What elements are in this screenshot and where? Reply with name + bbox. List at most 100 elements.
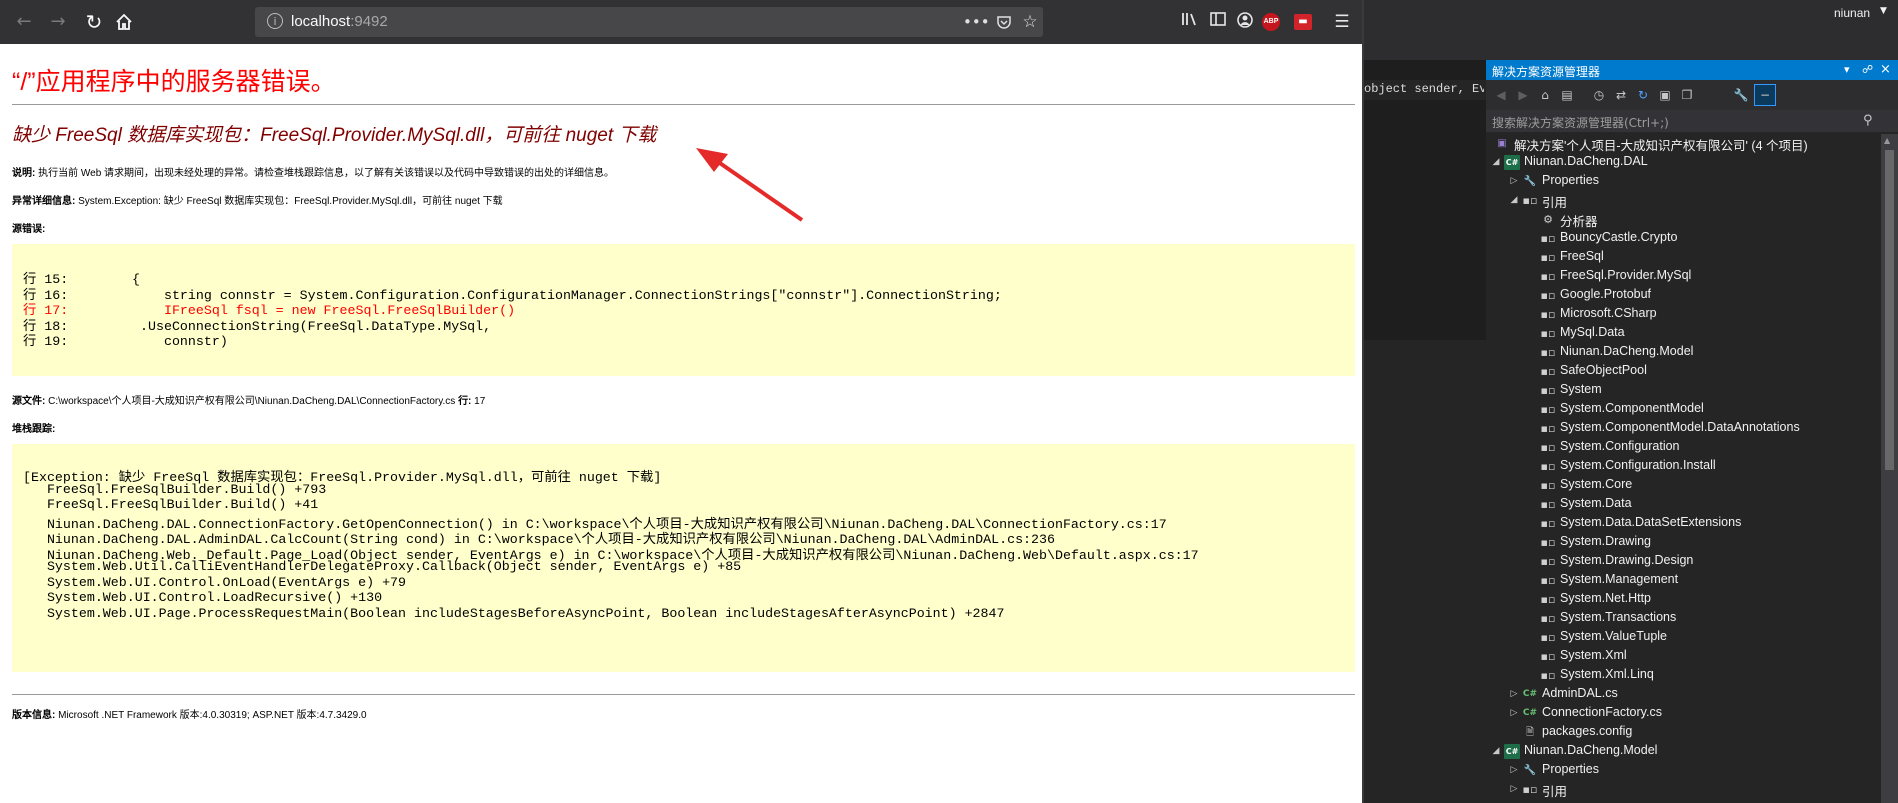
tree-item[interactable]: ▪▫ FreeSql (1486, 248, 1881, 267)
tree-item[interactable]: ▪▫ System.Management (1486, 571, 1881, 590)
tree-scrollbar[interactable]: ▲ (1881, 134, 1898, 803)
forward-button[interactable]: → (44, 8, 72, 36)
reference-icon: ▪▫ (1540, 289, 1556, 302)
tree-item-label: Google.Protobuf (1560, 287, 1652, 301)
tree-item[interactable]: ▪▫ System.Data (1486, 495, 1881, 514)
tree-item[interactable]: ▪▫ FreeSql.Provider.MySql (1486, 267, 1881, 286)
tree-item[interactable]: ▷ 🔧 Properties (1486, 172, 1881, 191)
tree-item-label: System.Management (1560, 572, 1679, 586)
tree-item[interactable]: ◢ C# Niunan.DaCheng.Model (1486, 742, 1881, 761)
source-code-box: 行 15: {行 16: string connstr = System.Con… (12, 244, 1355, 376)
collapsed-arrow-icon[interactable]: ▷ (1508, 782, 1520, 796)
collapsed-arrow-icon[interactable]: ▷ (1508, 706, 1520, 720)
hamburger-icon[interactable]: ☰ (1331, 11, 1353, 33)
expanded-arrow-icon[interactable]: ◢ (1490, 155, 1502, 169)
refresh-icon[interactable]: ↻ (1634, 86, 1652, 104)
tree-item[interactable]: ▪▫ System.Drawing (1486, 533, 1881, 552)
solution-explorer-search[interactable]: 搜索解决方案资源管理器(Ctrl+;) ⚲ (1486, 110, 1898, 132)
tree-item-label: packages.config (1542, 724, 1633, 738)
info-icon[interactable]: i (267, 13, 283, 29)
tree-item[interactable]: ▪▫ System.Drawing.Design (1486, 552, 1881, 571)
tree-item[interactable]: ▪▫ Google.Protobuf (1486, 286, 1881, 305)
tree-item[interactable]: ▪▫ System.ComponentModel (1486, 400, 1881, 419)
back-icon[interactable]: ◀ (1492, 86, 1510, 104)
forward-icon[interactable]: ▶ (1514, 86, 1532, 104)
expanded-arrow-icon[interactable]: ◢ (1490, 744, 1502, 758)
home-icon (116, 13, 132, 30)
tree-item[interactable]: ▷ C# ConnectionFactory.cs (1486, 704, 1881, 723)
pin-icon[interactable]: ☍ (1862, 62, 1873, 78)
source-line: 行 19: connstr) (23, 334, 228, 349)
output-panel-area (1364, 340, 1486, 803)
scroll-up-icon[interactable]: ▲ (1884, 136, 1890, 145)
collapsed-arrow-icon[interactable]: ▷ (1508, 174, 1520, 188)
tree-item[interactable]: ▪▫ System.Xml (1486, 647, 1881, 666)
sidebar-icon[interactable] (1207, 11, 1229, 33)
tree-item[interactable]: 🗎 packages.config (1486, 723, 1881, 742)
tree-item[interactable]: ▪▫ SafeObjectPool (1486, 362, 1881, 381)
tree-item[interactable]: ▪▫ System.Xml.Linq (1486, 666, 1881, 685)
wrench-icon[interactable]: 🔧 (1732, 86, 1750, 104)
reload-button[interactable]: ↻ (80, 8, 108, 36)
ellipsis-icon[interactable]: ••• (963, 11, 990, 33)
library-icon[interactable] (1179, 11, 1201, 33)
solution-icon: ▣ (1497, 138, 1507, 149)
error-heading: 缺少 FreeSql 数据库实现包：FreeSql.Provider.MySql… (12, 125, 657, 146)
pocket-icon[interactable] (993, 11, 1015, 33)
tree-item[interactable]: ▪▫ Niunan.DaCheng.Model (1486, 343, 1881, 362)
home-button[interactable] (110, 8, 138, 36)
extension-icon[interactable]: ▬ (1294, 14, 1312, 30)
tree-item-label: 解决方案'个人项目-大成知识产权有限公司' (4 个项目) (1514, 139, 1808, 153)
adblock-plus-icon[interactable]: ABP (1262, 13, 1280, 31)
tree-item[interactable]: ◢ ▪▫ 引用 (1486, 191, 1881, 210)
tree-item[interactable]: ▪▫ System (1486, 381, 1881, 400)
tree-item[interactable]: ▷ 🔧 Properties (1486, 761, 1881, 780)
collapsed-arrow-icon[interactable]: ▷ (1508, 687, 1520, 701)
wrench-icon: 🔧 (1523, 176, 1537, 187)
sync-icon[interactable]: ⇄ (1612, 86, 1630, 104)
vs-title-area (1364, 0, 1898, 60)
switch-views-icon[interactable]: ▤ (1558, 86, 1576, 104)
tree-item[interactable]: ▪▫ Microsoft.CSharp (1486, 305, 1881, 324)
chevron-down-icon[interactable]: ▼ (1880, 6, 1887, 16)
home-icon[interactable]: ⌂ (1536, 86, 1554, 104)
pending-changes-icon[interactable]: ◷ (1590, 86, 1608, 104)
close-icon[interactable]: × (1880, 62, 1891, 78)
tree-item[interactable]: ◢ C# Niunan.DaCheng.DAL (1486, 153, 1881, 172)
collapsed-arrow-icon[interactable]: ▷ (1508, 763, 1520, 777)
tree-item-label: System.Net.Http (1560, 591, 1651, 605)
tree-item[interactable]: ▪▫ MySql.Data (1486, 324, 1881, 343)
tree-item[interactable]: ▪▫ System.Net.Http (1486, 590, 1881, 609)
tree-item[interactable]: ▪▫ System.ValueTuple (1486, 628, 1881, 647)
analyzer-icon: ⚙ (1543, 213, 1553, 226)
tree-item[interactable]: ▣ 解决方案'个人项目-大成知识产权有限公司' (4 个项目) (1486, 134, 1881, 153)
tree-item[interactable]: ▷ ▪▫ 引用 (1486, 780, 1881, 799)
tree-item[interactable]: ▪▫ System.Transactions (1486, 609, 1881, 628)
preview-icon[interactable]: − (1756, 86, 1774, 104)
show-all-files-icon[interactable]: ❐ (1678, 86, 1696, 104)
vs-user-name[interactable]: niunan (1834, 6, 1870, 20)
source-file: 源文件: C:\workspace\个人项目-大成知识产权有限公司\Niunan… (12, 392, 485, 407)
tree-item[interactable]: ▪▫ System.ComponentModel.DataAnnotations (1486, 419, 1881, 438)
tree-item[interactable]: ▪▫ BouncyCastle.Crypto (1486, 229, 1881, 248)
back-button[interactable]: ← (10, 8, 38, 36)
url-bar[interactable]: i localhost:9492 ••• ☆ (255, 7, 1043, 37)
collapse-all-icon[interactable]: ▣ (1656, 86, 1674, 104)
reference-icon: ▪▫ (1540, 517, 1556, 530)
tree-item[interactable]: ⚙ 分析器 (1486, 210, 1881, 229)
dropdown-icon[interactable]: ▾ (1844, 62, 1850, 78)
expanded-arrow-icon[interactable]: ◢ (1508, 193, 1520, 207)
tree-item[interactable]: ▪▫ System.Configuration.Install (1486, 457, 1881, 476)
star-icon[interactable]: ☆ (1019, 11, 1041, 33)
tree-item[interactable]: ▷ C# AdminDAL.cs (1486, 685, 1881, 704)
scrollbar-thumb[interactable] (1885, 150, 1894, 470)
search-icon[interactable]: ⚲ (1863, 113, 1873, 128)
tree-item[interactable]: ▪▫ System.Core (1486, 476, 1881, 495)
tree-item[interactable]: ▪▫ System.Configuration (1486, 438, 1881, 457)
account-icon[interactable] (1234, 11, 1256, 33)
tree-item[interactable]: ▪▫ System.Data.DataSetExtensions (1486, 514, 1881, 533)
source-error-label: 源错误: (12, 220, 45, 235)
tree-item-label: Niunan.DaCheng.Model (1560, 344, 1694, 358)
reference-icon: ▪▫ (1540, 327, 1556, 340)
tree-item-label: System (1560, 382, 1602, 396)
